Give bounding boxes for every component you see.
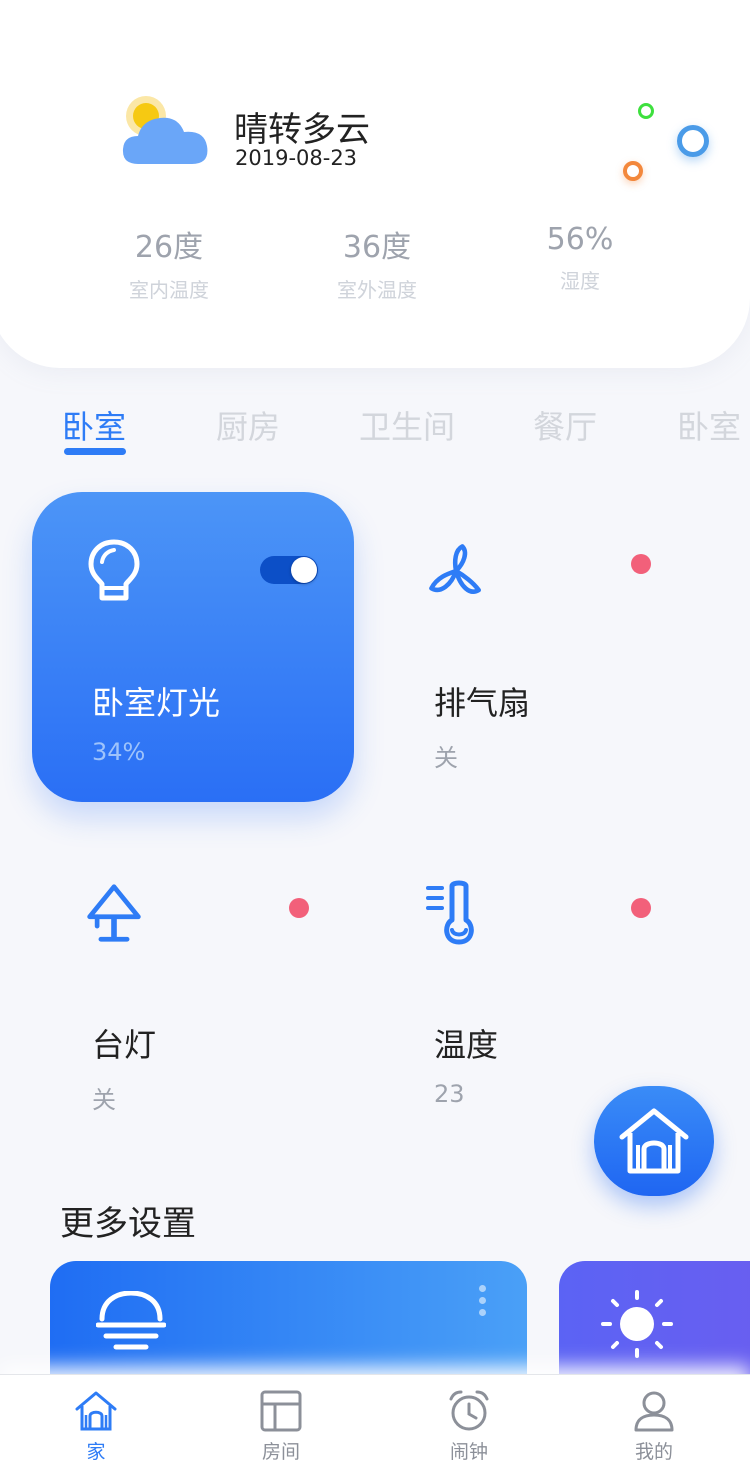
user-icon [634,1391,674,1432]
home-icon [75,1391,117,1431]
bottom-nav: 家 房间 闹钟 我的 [0,1374,750,1474]
weather-card [0,0,750,368]
partly-cloudy-icon [122,96,208,164]
decorative-circle [677,125,709,157]
device-card-bedroom-light[interactable]: 卧室灯光 34% [32,492,354,802]
device-status: 23 [434,1080,465,1108]
device-status: 关 [434,744,458,772]
light-toggle[interactable] [260,556,318,584]
desk-lamp-icon [87,884,141,942]
status-dot [289,898,309,918]
status-dot [631,898,651,918]
tab-dining-room[interactable]: 餐厅 [533,402,597,448]
weather-condition: 晴转多云 [234,110,370,150]
home-fab-button[interactable] [594,1086,714,1196]
device-name: 排气扇 [434,684,531,722]
device-card-desk-lamp[interactable]: 台灯 关 [32,834,354,1144]
nav-label: 我的 [634,1441,673,1463]
nav-item-rooms[interactable]: 房间 [226,1389,336,1464]
decorative-circle [623,161,643,181]
nav-item-home[interactable]: 家 [41,1389,151,1464]
tab-bedroom[interactable]: 卧室 [62,402,126,448]
nav-label: 闹钟 [449,1441,488,1463]
nav-label: 家 [86,1441,106,1463]
stat-value: 56% [546,222,614,257]
nav-item-alarm[interactable]: 闹钟 [414,1389,524,1464]
device-card-exhaust-fan[interactable]: 排气扇 关 [374,492,696,802]
stat-value: 26度 [134,230,204,265]
tab-bathroom[interactable]: 卫生间 [359,402,455,448]
stat-label: 室内温度 [129,278,209,302]
status-dot [631,554,651,574]
decorative-circle [638,103,654,119]
sun-icon [601,1290,673,1358]
stat-label: 湿度 [560,269,600,293]
more-settings-title: 更多设置 [60,1204,196,1244]
nav-item-profile[interactable]: 我的 [599,1389,709,1464]
nav-label: 房间 [261,1441,300,1463]
alarm-clock-icon [449,1390,489,1431]
thermometer-icon [426,880,474,945]
toggle-knob [291,557,317,583]
home-icon [619,1108,689,1174]
sunset-icon [96,1291,166,1350]
stat-label: 室外温度 [337,278,417,302]
device-status: 34% [92,738,146,766]
weather-date: 2019-08-23 [235,146,358,170]
layout-icon [260,1390,302,1432]
device-name: 台灯 [92,1026,157,1064]
stat-indoor-temperature: 26度 室内温度 [79,222,259,303]
stat-humidity: 56% 湿度 [490,222,670,294]
lightbulb-icon [88,539,140,601]
device-name: 温度 [434,1026,499,1064]
tab-indicator [64,448,126,455]
stat-value: 36度 [342,230,412,265]
stat-outdoor-temperature: 36度 室外温度 [287,222,467,303]
tab-kitchen[interactable]: 厨房 [216,402,280,448]
fan-icon [429,544,481,594]
device-name: 卧室灯光 [92,684,221,722]
more-options-icon[interactable] [479,1285,487,1321]
tab-bedroom-2[interactable]: 卧室 [677,402,741,448]
device-status: 关 [92,1086,116,1114]
